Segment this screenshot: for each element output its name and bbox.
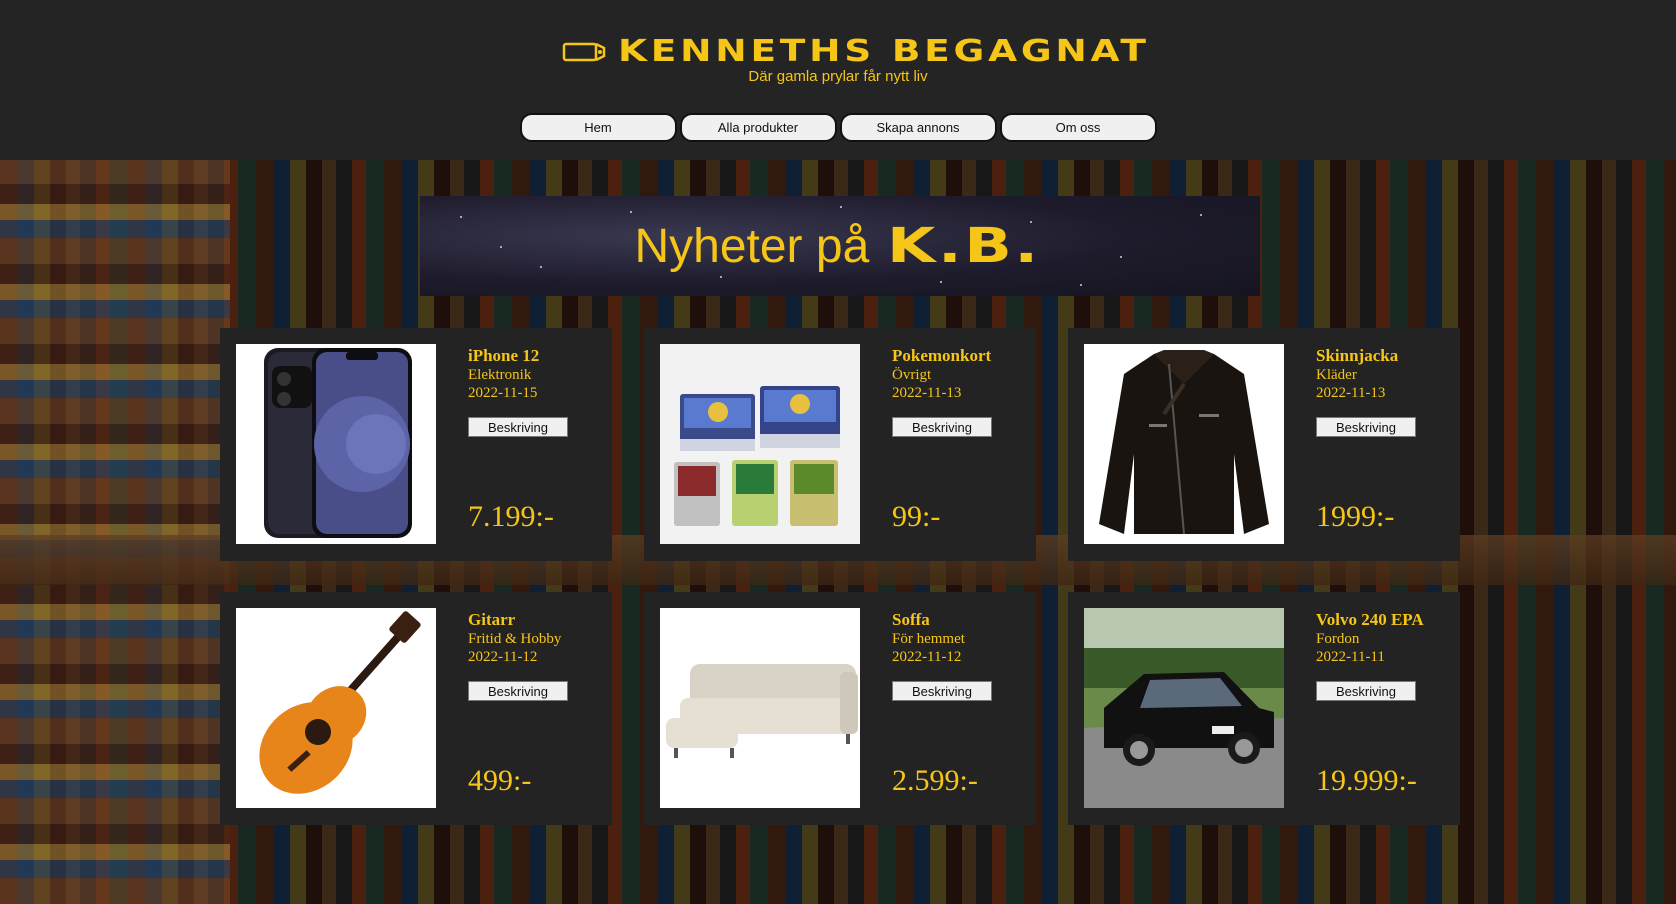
product-title: Skinnjacka — [1316, 346, 1399, 365]
site-header: KENNETHS BEGAGNAT Där gamla prylar får n… — [0, 0, 1676, 160]
cards-image — [660, 344, 860, 544]
news-banner: Nyheter på K.B. — [420, 196, 1260, 296]
star — [1120, 256, 1122, 258]
product-card[interactable]: iPhone 12 Elektronik 2022-11-15 Beskrivi… — [220, 328, 612, 561]
description-button[interactable]: Beskriving — [1316, 681, 1416, 701]
product-price: 2.599:- — [892, 764, 978, 797]
car-image — [1084, 608, 1284, 808]
product-price: 499:- — [468, 764, 532, 797]
product-category: Kläder — [1316, 367, 1357, 383]
product-title: Volvo 240 EPA — [1316, 610, 1424, 629]
product-date: 2022-11-13 — [892, 385, 962, 401]
product-category: Fordon — [1316, 631, 1360, 647]
product-category: Elektronik — [468, 367, 532, 383]
product-title: iPhone 12 — [468, 346, 540, 365]
product-card[interactable]: Skinnjacka Kläder 2022-11-13 Beskriving … — [1068, 328, 1460, 561]
product-price: 99:- — [892, 500, 941, 533]
product-card[interactable]: Soffa För hemmet 2022-11-12 Beskriving 2… — [644, 592, 1036, 825]
description-button[interactable]: Beskriving — [1316, 417, 1416, 437]
star — [630, 211, 632, 213]
tag-icon — [563, 42, 606, 61]
product-date: 2022-11-12 — [892, 649, 962, 665]
product-date: 2022-11-12 — [468, 649, 538, 665]
product-category: För hemmet — [892, 631, 965, 647]
description-button[interactable]: Beskriving — [892, 417, 992, 437]
sofa-image — [660, 608, 860, 808]
phone-image — [236, 344, 436, 544]
star — [720, 276, 722, 278]
star — [540, 266, 542, 268]
product-date: 2022-11-11 — [1316, 649, 1385, 665]
star — [940, 281, 942, 283]
product-category: Fritid & Hobby — [468, 631, 562, 647]
product-date: 2022-11-13 — [1316, 385, 1386, 401]
product-card[interactable]: Volvo 240 EPA Fordon 2022-11-11 Beskrivi… — [1068, 592, 1460, 825]
banner-brand: K.B. — [887, 218, 1041, 274]
star — [460, 216, 462, 218]
nav-about-button[interactable]: Om oss — [999, 113, 1157, 142]
product-category: Övrigt — [892, 367, 932, 383]
product-card[interactable]: Gitarr Fritid & Hobby 2022-11-12 Beskriv… — [220, 592, 612, 825]
bookshelf-left-books — [0, 160, 230, 904]
brand-name: KENNETHS BEGAGNAT — [618, 34, 1151, 69]
star — [1200, 214, 1202, 216]
jacket-image — [1084, 344, 1284, 544]
product-title: Soffa — [892, 610, 930, 629]
nav-home-button[interactable]: Hem — [519, 113, 677, 142]
product-price: 1999:- — [1316, 500, 1395, 533]
description-button[interactable]: Beskriving — [468, 417, 568, 437]
star — [1080, 284, 1082, 286]
nav-all-products-button[interactable]: Alla produkter — [679, 113, 837, 142]
logo[interactable]: KENNETHS BEGAGNAT — [0, 34, 1676, 69]
product-price: 7.199:- — [468, 500, 554, 533]
tagline: Där gamla prylar får nytt liv — [748, 68, 928, 85]
description-button[interactable]: Beskriving — [468, 681, 568, 701]
product-price: 19.999:- — [1316, 764, 1417, 797]
star — [840, 206, 842, 208]
main-nav: Hem Alla produkter Skapa annons Om oss — [0, 113, 1676, 142]
banner-heading: Nyheter på — [634, 219, 870, 273]
product-title: Pokemonkort — [892, 346, 992, 365]
guitar-image — [236, 608, 436, 808]
description-button[interactable]: Beskriving — [892, 681, 992, 701]
product-title: Gitarr — [468, 610, 516, 629]
nav-create-ad-button[interactable]: Skapa annons — [839, 113, 997, 142]
star — [500, 246, 502, 248]
product-date: 2022-11-15 — [468, 385, 538, 401]
product-card[interactable]: Pokemonkort Övrigt 2022-11-13 Beskriving… — [644, 328, 1036, 561]
